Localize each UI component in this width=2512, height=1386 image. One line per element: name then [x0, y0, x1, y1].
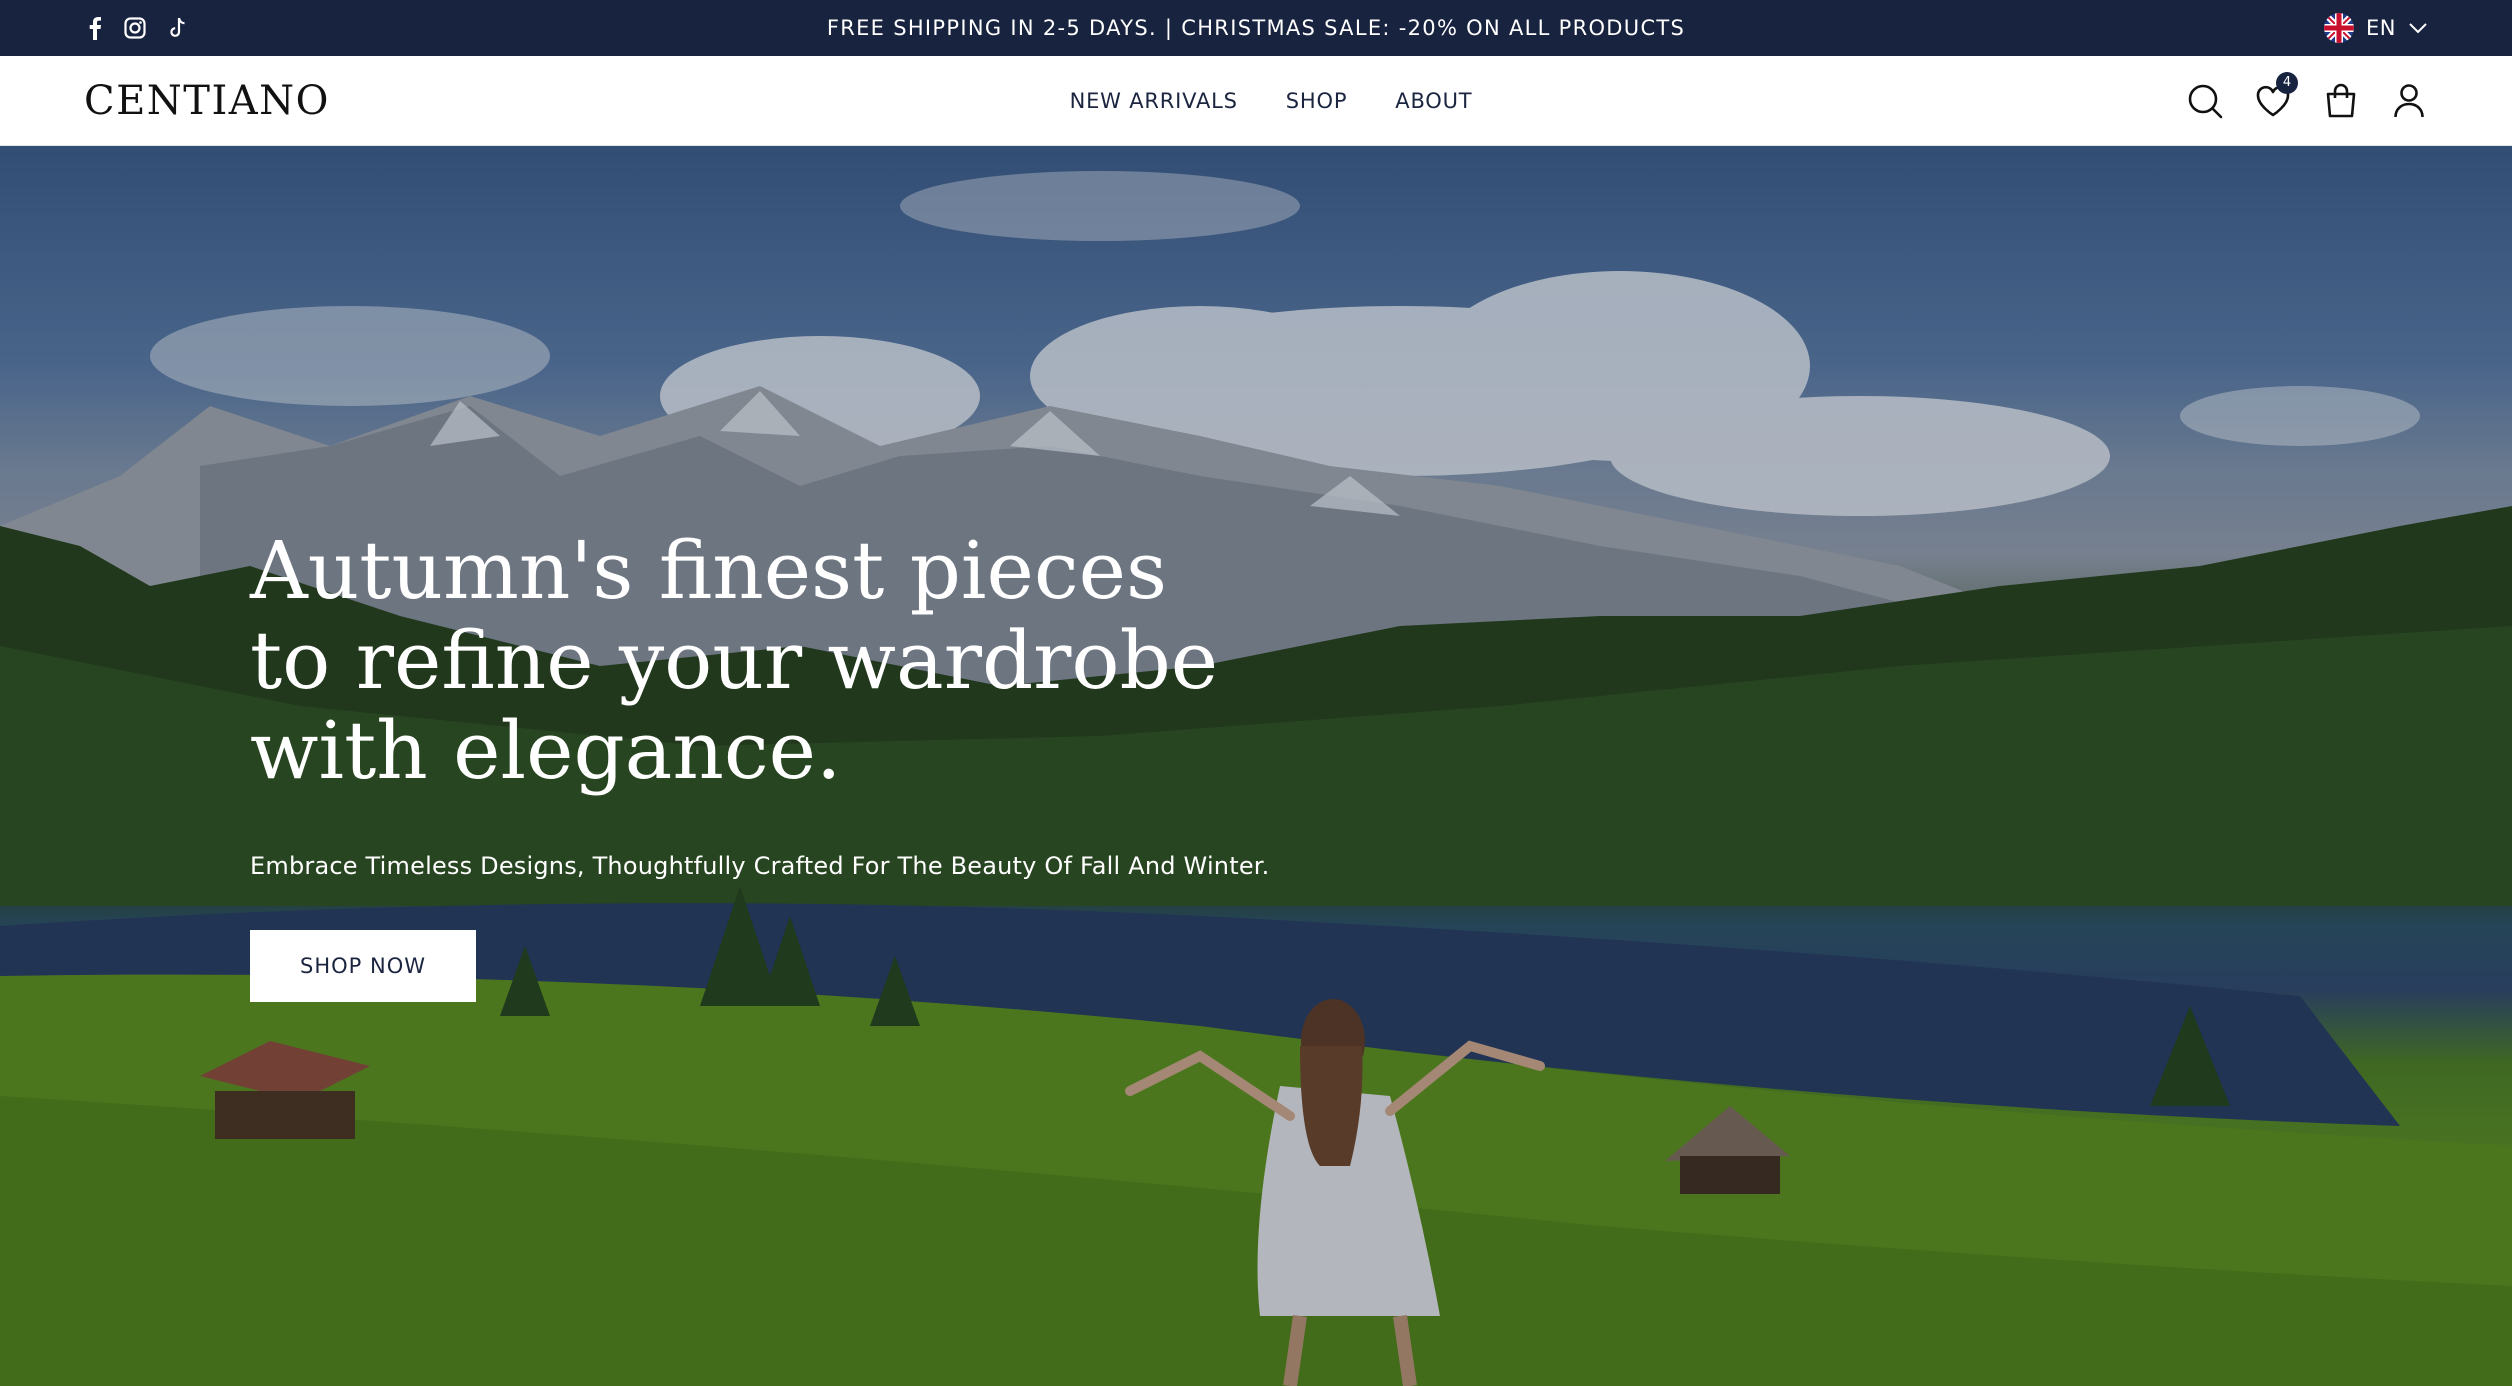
- tiktok-icon[interactable]: [168, 17, 188, 39]
- facebook-icon[interactable]: [88, 16, 102, 40]
- shop-now-button[interactable]: SHOP NOW: [250, 930, 476, 1002]
- site-header: CENTIANO NEW ARRIVALS SHOP ABOUT 4: [0, 56, 2512, 146]
- header-icons: 4: [2186, 71, 2428, 120]
- language-label: EN: [2366, 16, 2396, 40]
- hero-title-line-2: to refine your wardrobe: [250, 614, 1219, 707]
- user-icon: [2394, 83, 2424, 117]
- nav-new-arrivals[interactable]: NEW ARRIVALS: [1070, 89, 1238, 113]
- nav-about[interactable]: ABOUT: [1395, 89, 1472, 113]
- uk-flag-icon: [2324, 13, 2355, 43]
- announcement-bar: FREE SHIPPING IN 2-5 DAYS. | CHRISTMAS S…: [0, 0, 2512, 56]
- hero-title-line-3: with elegance.: [250, 704, 842, 797]
- brand-logo[interactable]: CENTIANO: [84, 78, 330, 124]
- hero-banner: Autumn's finest pieces to refine your wa…: [0, 146, 2512, 1386]
- social-links: [88, 16, 188, 40]
- wishlist-button[interactable]: 4: [2254, 71, 2298, 120]
- search-icon: [2188, 84, 2223, 118]
- wishlist-count-badge: 4: [2276, 71, 2298, 94]
- hero-title: Autumn's finest pieces to refine your wa…: [250, 526, 1230, 796]
- instagram-icon[interactable]: [124, 17, 146, 39]
- hero-subtitle: Embrace Timeless Designs, Thoughtfully C…: [250, 852, 1270, 880]
- cart-button[interactable]: [2322, 82, 2360, 120]
- main-nav: NEW ARRIVALS SHOP ABOUT: [0, 56, 2512, 146]
- account-button[interactable]: [2390, 82, 2428, 120]
- hero-content: Autumn's finest pieces to refine your wa…: [250, 526, 1350, 1002]
- hero-title-line-1: Autumn's finest pieces: [250, 524, 1168, 617]
- chevron-down-icon: [2409, 23, 2427, 34]
- nav-shop[interactable]: SHOP: [1286, 89, 1348, 113]
- search-button[interactable]: [2186, 82, 2224, 120]
- bag-icon: [2326, 83, 2356, 117]
- language-selector[interactable]: EN: [2324, 13, 2428, 43]
- announcement-text: FREE SHIPPING IN 2-5 DAYS. | CHRISTMAS S…: [826, 16, 1686, 40]
